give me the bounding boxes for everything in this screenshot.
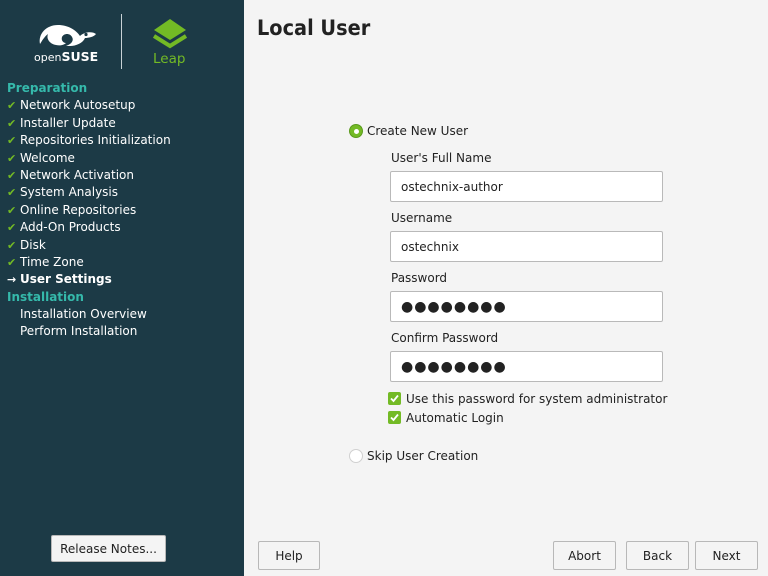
step-label: System Analysis (20, 185, 119, 200)
full-name-input[interactable] (390, 171, 663, 202)
step-online-repositories: ✔ Online Repositories (7, 202, 243, 219)
checkmark-icon: ✔ (7, 255, 17, 269)
opensuse-wordmark: openSUSE (34, 49, 104, 64)
back-button[interactable]: Back (626, 541, 689, 570)
step-installer-update: ✔ Installer Update (7, 115, 243, 132)
step-list: Preparation ✔ Network Autosetup ✔ Installe… (7, 80, 243, 341)
password-label: Password (391, 271, 448, 285)
checkmark-icon: ✔ (7, 168, 17, 182)
check-icon (390, 413, 399, 422)
step-perform-installation: Perform Installation (7, 323, 243, 340)
skip-user-label: Skip User Creation (367, 449, 479, 463)
wordmark-prefix: open (34, 51, 62, 64)
step-time-zone: ✔ Time Zone (7, 254, 243, 271)
step-label: Network Autosetup (20, 98, 136, 113)
auto-login-label: Automatic Login (406, 411, 504, 425)
step-label: Perform Installation (20, 324, 138, 339)
confirm-password-label: Confirm Password (391, 331, 499, 345)
checkmark-icon: ✔ (7, 238, 17, 252)
step-label: User Settings (20, 272, 112, 287)
step-network-autosetup: ✔ Network Autosetup (7, 97, 243, 114)
username-input[interactable] (390, 231, 663, 262)
step-welcome: ✔ Welcome (7, 150, 243, 167)
step-label: Repositories Initialization (20, 133, 171, 148)
step-system-analysis: ✔ System Analysis (7, 184, 243, 201)
use-for-admin-label: Use this password for system administrat… (406, 392, 668, 406)
checkmark-icon: ✔ (7, 203, 17, 217)
step-label: Installer Update (20, 115, 116, 130)
help-button[interactable]: Help (258, 541, 320, 570)
step-add-on-products: ✔ Add-On Products (7, 219, 243, 236)
auto-login-checkbox[interactable] (388, 411, 401, 424)
step-label: Installation Overview (20, 307, 147, 322)
main-panel: Local User Create New User User's Full N… (244, 0, 768, 576)
step-disk: ✔ Disk (7, 237, 243, 254)
leap-logo-icon (152, 19, 188, 49)
leap-wordmark: Leap (153, 51, 186, 67)
wordmark-name: SUSE (61, 49, 99, 64)
section-title-preparation: Preparation (7, 81, 88, 95)
checkmark-icon: ✔ (7, 151, 17, 165)
step-label: Online Repositories (20, 202, 137, 217)
chameleon-icon (39, 25, 96, 46)
use-for-admin-checkbox[interactable] (388, 392, 401, 405)
checkmark-icon: ✔ (7, 116, 17, 130)
check-icon (390, 394, 399, 403)
arrow-right-icon: → (7, 273, 17, 287)
step-user-settings: → User Settings (7, 271, 243, 288)
step-label: Network Activation (20, 167, 134, 182)
checkmark-icon: ✔ (7, 221, 17, 235)
full-name-label: User's Full Name (391, 151, 492, 165)
step-label: Time Zone (20, 254, 84, 269)
installer-sidebar: openSUSE Leap Preparation ✔ Network Autos… (0, 0, 244, 576)
create-user-radio[interactable] (349, 124, 363, 138)
skip-user-radio[interactable] (349, 449, 363, 463)
step-label: Welcome (20, 150, 75, 165)
checkmark-icon: ✔ (7, 186, 17, 200)
opensuse-logo: openSUSE (34, 22, 100, 64)
username-label: Username (391, 211, 453, 225)
abort-button[interactable]: Abort (553, 541, 616, 570)
section-title-installation: Installation (7, 289, 84, 304)
step-label: Disk (20, 237, 46, 252)
release-notes-button[interactable]: Release Notes... (51, 535, 166, 562)
step-label: Add-On Products (20, 220, 121, 235)
confirm-password-input[interactable] (390, 351, 663, 382)
brand-divider (121, 14, 122, 69)
checkmark-icon: ✔ (7, 134, 17, 148)
next-button[interactable]: Next (695, 541, 758, 570)
create-user-label: Create New User (367, 124, 469, 138)
brand-header: openSUSE Leap (0, 0, 244, 78)
password-input[interactable] (390, 291, 663, 322)
step-network-activation: ✔ Network Activation (7, 167, 243, 184)
checkmark-icon: ✔ (7, 99, 17, 113)
step-repositories-initialization: ✔ Repositories Initialization (7, 132, 243, 149)
step-installation-overview: Installation Overview (7, 306, 243, 323)
page-title: Local User (257, 16, 371, 40)
